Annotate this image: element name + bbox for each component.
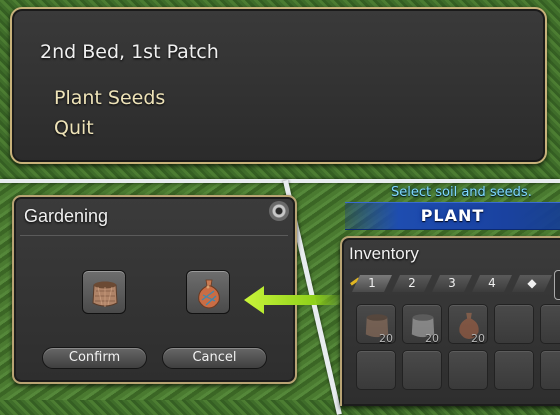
inventory-slot[interactable]: [448, 350, 488, 390]
plant-banner-text: PLANT: [420, 206, 485, 225]
inventory-tab-4[interactable]: 4: [472, 275, 512, 292]
inventory-tab-key-items[interactable]: ◆: [512, 275, 552, 292]
inventory-slot[interactable]: [356, 350, 396, 390]
inventory-slot[interactable]: [402, 350, 442, 390]
title-divider: [20, 235, 288, 236]
dialog-window: 2nd Bed, 1st Patch Plant Seeds Quit: [10, 7, 547, 164]
option-quit[interactable]: Quit: [54, 117, 94, 139]
option-plant-seeds[interactable]: Plant Seeds: [54, 87, 165, 109]
inventory-slot[interactable]: [540, 350, 560, 390]
gear-icon[interactable]: [269, 201, 289, 221]
seed-bag-icon: [198, 279, 220, 309]
key-items-icon: ◆: [527, 276, 537, 290]
seed-slot[interactable]: [186, 270, 230, 314]
cancel-button[interactable]: Cancel: [162, 347, 267, 369]
left-arrow-icon: [244, 286, 344, 314]
inventory-window: Inventory 1 2 3 4 ◆ 20 20 20: [340, 236, 560, 406]
soil-slot[interactable]: [82, 270, 126, 314]
inventory-slot[interactable]: [494, 350, 534, 390]
inventory-title: Inventory: [349, 244, 419, 263]
inventory-tab-2[interactable]: 2: [392, 275, 432, 292]
dialog-title: 2nd Bed, 1st Patch: [40, 41, 219, 63]
confirm-button[interactable]: Confirm: [42, 347, 147, 369]
inventory-slot[interactable]: [540, 304, 560, 344]
inventory-slot[interactable]: 20: [356, 304, 396, 345]
instruction-hint: Select soil and seeds.: [391, 185, 532, 200]
inventory-tab-extra[interactable]: [554, 270, 560, 300]
screenshot-divider-horizontal: [0, 179, 560, 183]
inventory-slot[interactable]: [494, 304, 534, 344]
plant-banner: PLANT: [345, 202, 560, 230]
inventory-tab-3[interactable]: 3: [432, 275, 472, 292]
item-quantity: 20: [471, 332, 485, 345]
item-quantity: 20: [379, 332, 393, 345]
gardening-title: Gardening: [24, 206, 109, 226]
soil-bag-icon: [92, 281, 118, 307]
inventory-slot[interactable]: 20: [448, 304, 488, 345]
inventory-slot[interactable]: 20: [402, 304, 442, 345]
item-quantity: 20: [425, 332, 439, 345]
